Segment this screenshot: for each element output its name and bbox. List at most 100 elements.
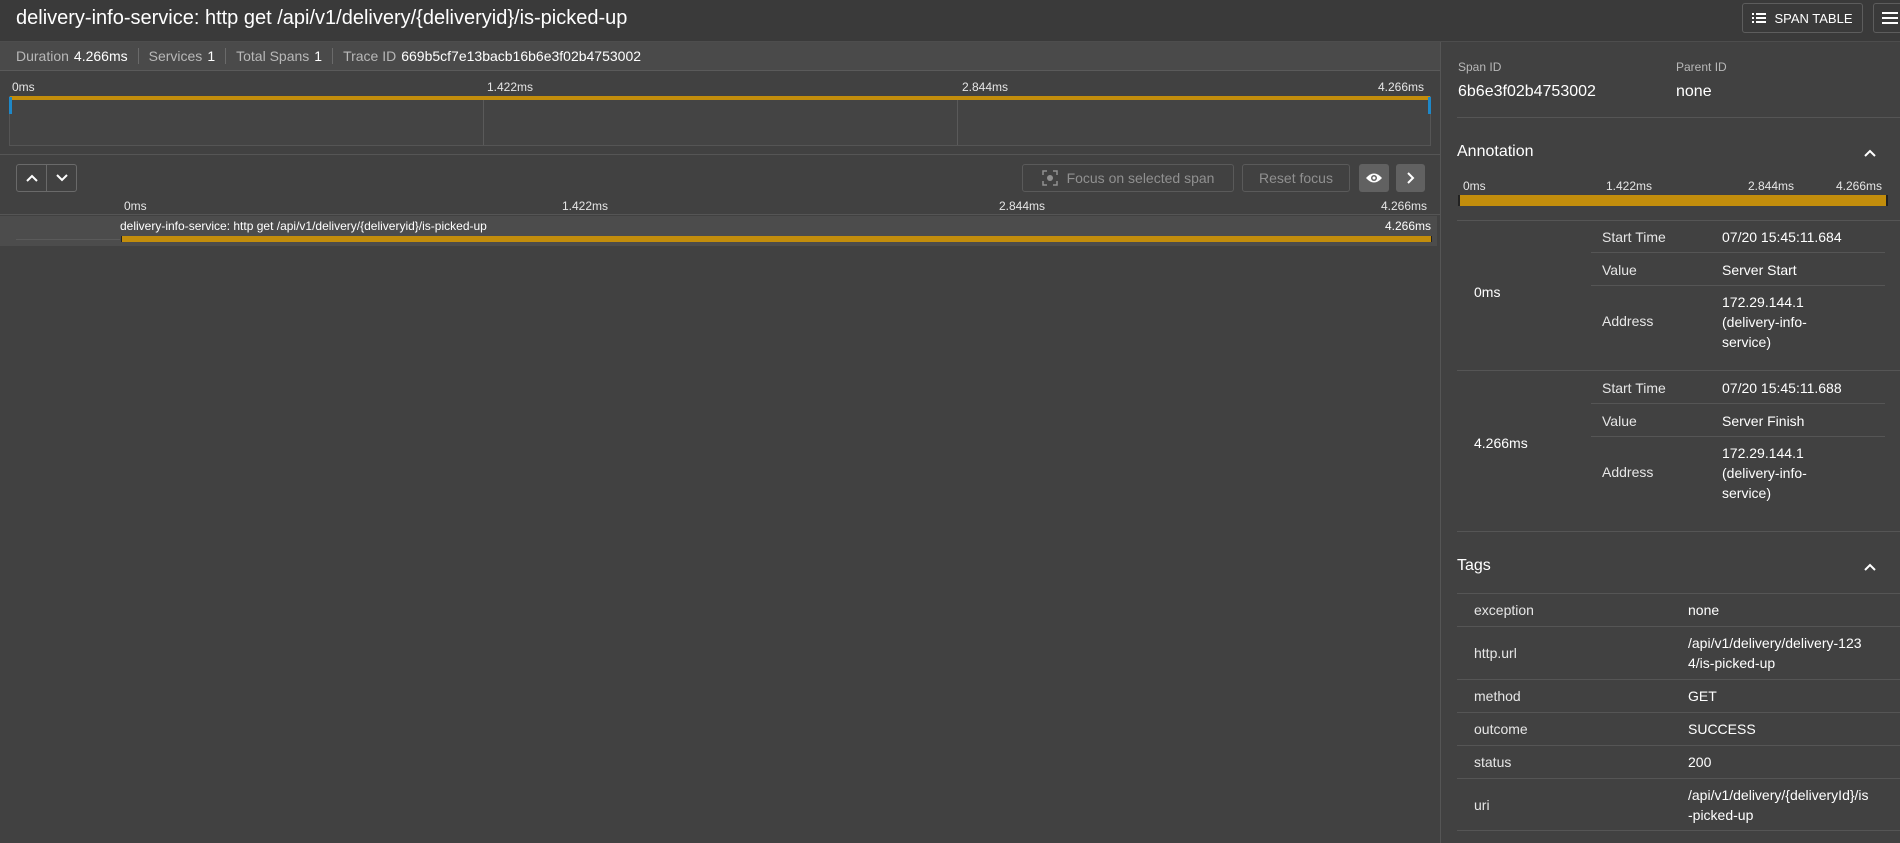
total-spans-label: Total Spans (236, 48, 310, 64)
trace-title: delivery-info-service: http get /api/v1/… (16, 7, 628, 29)
chevron-up-icon (25, 174, 38, 182)
annotation-value: 172.29.144.1 (delivery-info-service) (1722, 294, 1807, 350)
total-spans-value: 1 (314, 48, 323, 64)
minimap-tick: 2.844ms (962, 80, 1009, 94)
annotation-row: Value Server Start (1591, 253, 1885, 286)
trace-summary: Duration 4.266ms Services 1 Total Spans … (0, 42, 1440, 71)
span-table-label: SPAN TABLE (1774, 10, 1853, 26)
divider (1457, 117, 1900, 118)
focus-icon (1041, 170, 1058, 186)
services-value: 1 (207, 48, 216, 64)
services-label: Services (148, 48, 203, 64)
tag-key: status (1474, 754, 1512, 770)
annotation-bar (1458, 195, 1888, 206)
minimap-tick: 4.266ms (1378, 80, 1425, 94)
span-detail-panel: Span ID 6b6e3f02b4753002 Parent ID none … (1440, 42, 1900, 843)
annotation-row: Address 172.29.144.1 (delivery-info-serv… (1591, 286, 1885, 358)
focus-selected-span-button[interactable]: Focus on selected span (1022, 164, 1234, 192)
tag-value: SUCCESS (1688, 721, 1756, 737)
trace-header: delivery-info-service: http get /api/v1/… (0, 0, 1900, 42)
span-name: delivery-info-service: http get /api/v1/… (120, 219, 487, 233)
trace-id-item: Trace ID 669b5cf7e13bacb16b6e3f02b475300… (343, 48, 651, 64)
annotation-row: Value Server Finish (1591, 404, 1885, 437)
parent-id-label: Parent ID (1676, 60, 1727, 74)
tag-key: http.url (1474, 645, 1517, 661)
list-icon (1752, 13, 1767, 23)
collapse-tags-icon[interactable] (1863, 560, 1877, 574)
minimap-left-handle[interactable] (9, 97, 12, 114)
tag-key: outcome (1474, 721, 1528, 737)
span-bar[interactable] (121, 236, 1432, 242)
collapse-annotation-icon[interactable] (1863, 146, 1877, 160)
trace-id-value: 669b5cf7e13bacb16b6e3f02b4753002 (401, 48, 642, 64)
toggle-visibility-button[interactable] (1359, 164, 1389, 192)
annotation-tick: 0ms (1463, 179, 1486, 193)
trace-minimap[interactable]: 0ms 1.422ms 2.844ms 4.266ms (0, 71, 1440, 155)
annotation-time: 4.266ms (1474, 435, 1528, 451)
reset-focus-label: Reset focus (1259, 170, 1333, 186)
annotation-value: 07/20 15:45:11.688 (1722, 380, 1842, 396)
timeline-axis (0, 214, 1440, 215)
expand-down-button[interactable] (46, 164, 77, 192)
duration-label: Duration (16, 48, 69, 64)
annotation-value: Server Finish (1722, 413, 1805, 429)
tag-value: none (1688, 602, 1720, 618)
minimap-span-bar (10, 96, 1430, 100)
annotation-key: Address (1602, 313, 1654, 329)
timeline-tick: 1.422ms (562, 199, 609, 213)
tag-key: exception (1474, 602, 1534, 618)
tag-row: uri /api/v1/delivery/{deliveryId}/is-pic… (1457, 778, 1900, 831)
reset-focus-button[interactable]: Reset focus (1242, 164, 1350, 192)
tag-row: http.url /api/v1/delivery/delivery-1234/… (1457, 626, 1900, 679)
duration-item: Duration 4.266ms (16, 48, 139, 64)
hamburger-icon (1882, 12, 1898, 24)
tag-key: method (1474, 688, 1521, 704)
annotation-row: Start Time 07/20 15:45:11.684 (1591, 220, 1885, 253)
tags-title: Tags (1457, 557, 1491, 574)
open-detail-button[interactable] (1396, 164, 1425, 192)
annotation-key: Address (1602, 464, 1654, 480)
tag-value: 200 (1688, 754, 1712, 770)
tag-row: status 200 (1457, 745, 1900, 778)
tag-row: outcome SUCCESS (1457, 712, 1900, 745)
annotation-key: Start Time (1602, 380, 1666, 396)
tag-key: uri (1474, 797, 1490, 813)
menu-button[interactable] (1873, 3, 1900, 33)
minimap-divider (483, 97, 484, 145)
expand-up-button[interactable] (16, 164, 47, 192)
trace-id-label: Trace ID (343, 48, 397, 64)
span-tree-line (16, 239, 120, 240)
span-table-button[interactable]: SPAN TABLE (1742, 3, 1863, 33)
chevron-down-icon (55, 174, 68, 182)
annotation-value: 172.29.144.1 (delivery-info-service) (1722, 445, 1807, 501)
tag-row: method GET (1457, 679, 1900, 712)
chevron-right-icon (1406, 172, 1414, 184)
services-item: Services 1 (148, 48, 227, 64)
focus-label: Focus on selected span (1066, 170, 1215, 186)
annotation-title: Annotation (1457, 143, 1534, 160)
annotation-key: Value (1602, 262, 1637, 278)
annotation-key: Value (1602, 413, 1637, 429)
minimap-tick: 0ms (12, 80, 35, 94)
timeline-tick: 0ms (124, 199, 147, 213)
minimap-divider (957, 97, 958, 145)
minimap-tick: 1.422ms (487, 80, 534, 94)
tag-row: exception none (1457, 593, 1900, 626)
total-spans-item: Total Spans 1 (236, 48, 334, 64)
annotation-key: Start Time (1602, 229, 1666, 245)
annotation-time: 0ms (1474, 284, 1501, 300)
span-id-label: Span ID (1458, 60, 1502, 74)
divider (1457, 531, 1900, 532)
tag-value: /api/v1/delivery/delivery-1234/is-picked… (1688, 635, 1862, 671)
annotation-tick: 1.422ms (1606, 179, 1653, 193)
tag-value: /api/v1/delivery/{deliveryId}/is-picked-… (1688, 787, 1869, 823)
minimap-right-handle[interactable] (1428, 97, 1431, 114)
span-id-value: 6b6e3f02b4753002 (1458, 83, 1596, 100)
timeline-tick: 4.266ms (1381, 199, 1428, 213)
duration-value: 4.266ms (73, 48, 128, 64)
span-duration: 4.266ms (1385, 219, 1432, 233)
timeline-tick: 2.844ms (999, 199, 1046, 213)
parent-id-value: none (1676, 83, 1712, 100)
annotation-row: Start Time 07/20 15:45:11.688 (1591, 371, 1885, 404)
annotation-value: 07/20 15:45:11.684 (1722, 229, 1842, 245)
